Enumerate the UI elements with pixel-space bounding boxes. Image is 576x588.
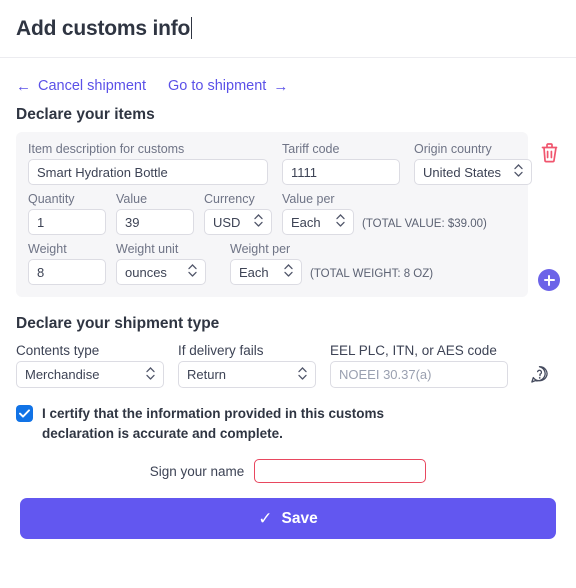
page-header: Add customs info [0, 0, 576, 58]
add-item-button[interactable] [538, 269, 560, 291]
total-weight-note: (TOTAL WEIGHT: 8 OZ) [310, 268, 434, 280]
origin-country-select[interactable]: United States [414, 159, 532, 185]
field-delivery-fails: If delivery fails Return [178, 343, 316, 388]
chevron-updown-icon [514, 164, 523, 180]
page-title-text: Add customs info [16, 16, 191, 40]
value-input[interactable] [116, 209, 194, 235]
eel-help-button[interactable] [530, 365, 549, 388]
item-card-wrapper: Item description for customs Tariff code… [16, 132, 560, 297]
save-button-label: Save [281, 509, 318, 527]
label-description: Item description for customs [28, 142, 185, 156]
check-icon: ✓ [258, 508, 273, 528]
label-tariff: Tariff code [282, 142, 340, 156]
go-to-shipment-label: Go to shipment [168, 78, 267, 94]
field-quantity: Quantity [28, 192, 106, 235]
chevron-updown-icon [146, 366, 155, 383]
currency-value: USD [213, 214, 241, 230]
certify-row: I certify that the information provided … [16, 404, 560, 443]
question-bubble-icon [531, 366, 548, 383]
label-value-per: Value per [282, 192, 335, 206]
certify-checkbox[interactable] [16, 405, 33, 422]
contents-type-select[interactable]: Merchandise [16, 361, 164, 388]
text-caret [191, 16, 193, 39]
currency-select[interactable]: USD [204, 209, 272, 235]
weight-unit-select[interactable]: ounces [116, 259, 206, 285]
eel-code-input[interactable] [330, 361, 508, 388]
cancel-shipment-label: Cancel shipment [38, 78, 146, 94]
signature-label: Sign your name [149, 463, 245, 479]
chevron-updown-icon [284, 264, 293, 280]
item-row-value: Quantity Value Currency USD [28, 192, 516, 235]
field-origin: Origin country United States [414, 142, 532, 185]
trash-icon [541, 142, 557, 162]
label-weight-unit: Weight unit [116, 242, 179, 256]
tariff-code-input[interactable] [282, 159, 400, 185]
label-currency: Currency [204, 192, 255, 206]
customs-info-page: Add customs info ← Cancel shipment Go to… [0, 0, 576, 588]
label-weight: Weight [28, 242, 67, 256]
delete-item-button[interactable] [537, 140, 561, 164]
field-tariff: Tariff code [282, 142, 400, 185]
field-contents-type: Contents type Merchandise [16, 343, 164, 388]
cancel-shipment-link[interactable]: ← Cancel shipment [16, 78, 146, 94]
save-button[interactable]: ✓ Save [20, 498, 556, 540]
field-description: Item description for customs [28, 142, 268, 185]
delivery-fails-value: Return [187, 367, 227, 382]
chevron-updown-icon [188, 264, 197, 280]
field-weight-per: Weight per Each [230, 242, 302, 285]
arrow-left-icon: ← [16, 77, 31, 95]
label-origin: Origin country [414, 142, 492, 156]
signature-row: Sign your name [16, 459, 560, 484]
label-weight-per: Weight per [230, 242, 291, 256]
label-value: Value [116, 192, 148, 206]
field-weight: Weight [28, 242, 106, 285]
chevron-updown-icon [254, 214, 263, 230]
weight-per-value: Each [239, 264, 269, 280]
description-input[interactable] [28, 159, 268, 185]
label-delivery-fails: If delivery fails [178, 343, 264, 358]
delivery-fails-select[interactable]: Return [178, 361, 316, 388]
declare-items-heading: Declare your items [16, 106, 155, 123]
page-body: ← Cancel shipment Go to shipment → Decla… [0, 58, 576, 540]
go-to-shipment-link[interactable]: Go to shipment → [168, 78, 288, 94]
weight-per-select[interactable]: Each [230, 259, 302, 285]
field-eel-code: EEL PLC, ITN, or AES code [330, 343, 508, 388]
navigation-links: ← Cancel shipment Go to shipment → [16, 58, 560, 98]
item-card: Item description for customs Tariff code… [16, 132, 532, 297]
field-value-per: Value per Each [282, 192, 354, 235]
label-quantity: Quantity [28, 192, 75, 206]
origin-country-value: United States [423, 164, 502, 180]
value-per-value: Each [291, 214, 321, 230]
shipment-type-row: Contents type Merchandise If delivery fa… [16, 343, 560, 388]
value-per-select[interactable]: Each [282, 209, 354, 235]
chevron-updown-icon [298, 366, 307, 383]
field-weight-unit: Weight unit ounces [116, 242, 206, 285]
weight-unit-value: ounces [125, 264, 167, 280]
item-row-weight: Weight Weight unit ounces Weight [28, 242, 516, 285]
field-value: Value [116, 192, 194, 235]
signature-input[interactable] [254, 459, 427, 484]
chevron-updown-icon [336, 214, 345, 230]
label-contents-type: Contents type [16, 343, 100, 358]
arrow-right-icon: → [273, 77, 289, 95]
field-currency: Currency USD [204, 192, 272, 235]
weight-input[interactable] [28, 259, 106, 285]
label-eel-code: EEL PLC, ITN, or AES code [330, 343, 497, 358]
check-icon [19, 409, 30, 418]
certify-label: I certify that the information provided … [42, 406, 385, 441]
total-value-note: (TOTAL VALUE: $39.00) [362, 218, 487, 230]
contents-type-value: Merchandise [25, 367, 100, 382]
page-title: Add customs info [16, 16, 193, 41]
item-row-description: Item description for customs Tariff code… [28, 142, 532, 185]
quantity-input[interactable] [28, 209, 106, 235]
declare-shipment-type-heading: Declare your shipment type [16, 315, 220, 332]
